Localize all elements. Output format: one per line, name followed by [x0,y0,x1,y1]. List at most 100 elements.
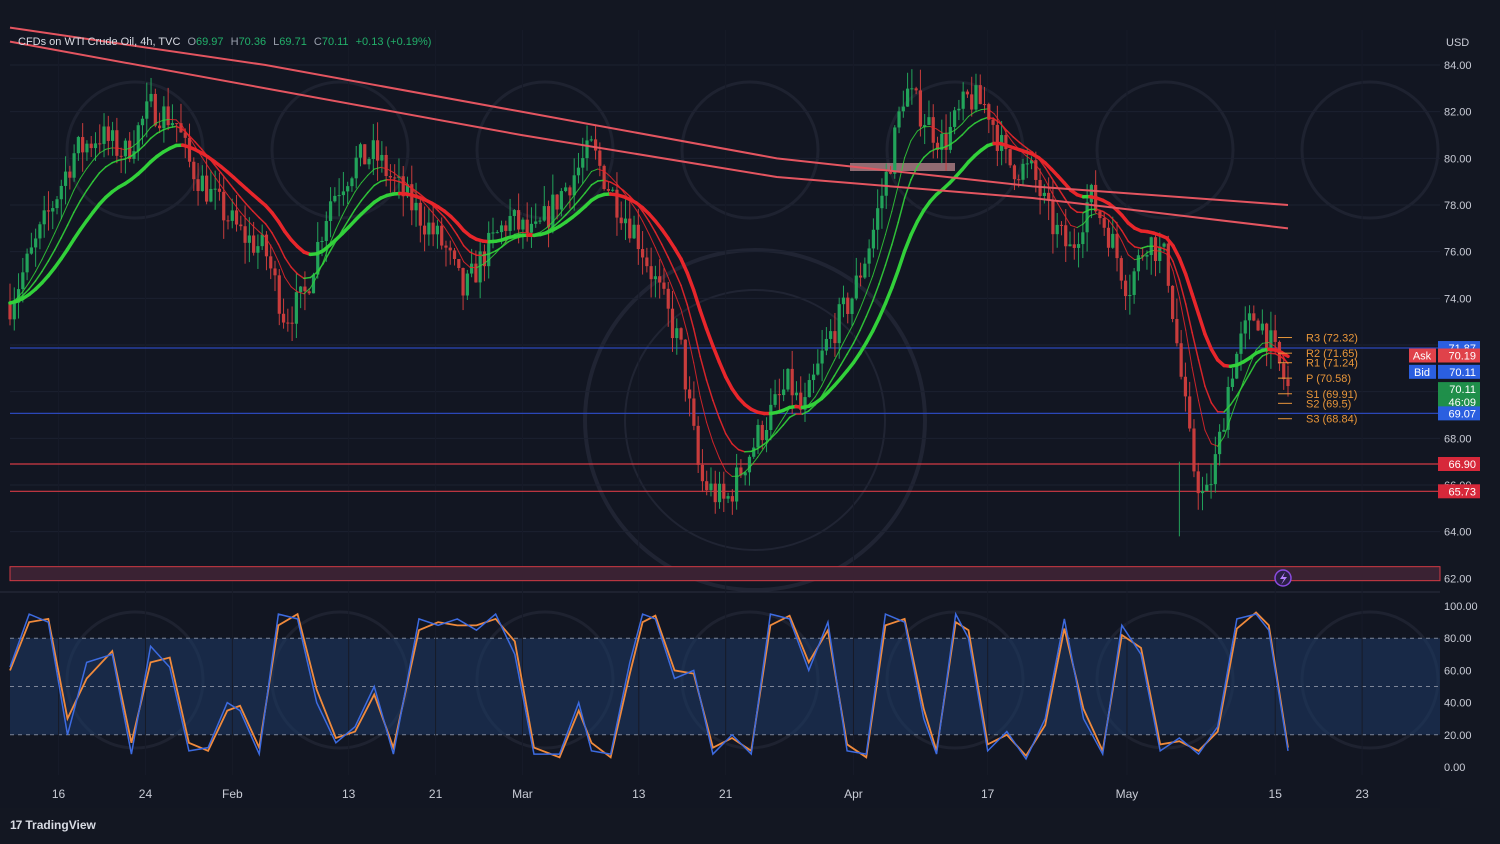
candle-body [93,143,98,149]
candle-body [324,221,328,241]
candle-body [234,210,239,225]
price-tick-label: 64.00 [1444,527,1472,539]
candle-body [1145,255,1149,257]
time-tick-label: Mar [512,787,533,801]
candle-body [1183,376,1188,397]
candle-body [375,140,380,161]
candle-body [790,368,794,396]
pivot-label: S3 (68.84) [1306,414,1357,426]
candle-body [1153,237,1158,262]
ema-mid-segment [597,179,606,182]
tradingview-logo[interactable]: 17 TradingView [10,818,96,832]
candle-body [110,130,115,141]
symbol-name[interactable]: CFDs on WTI Crude Oil, 4h, TVC [18,36,180,48]
candle-body [585,140,589,159]
change-value: +0.13 (+0.19%) [355,36,432,48]
pivot-label: S2 (69.5) [1306,398,1351,410]
pivot-label: R1 (71.24) [1306,358,1358,370]
candle-body [611,189,615,191]
candle-body [363,144,367,165]
candle-body [1115,233,1119,259]
candle-body [1059,224,1064,226]
candle-body [393,177,397,179]
price-tick-label: 78.00 [1444,200,1472,212]
candle-body [880,195,884,209]
candle-body [384,154,388,177]
candle-body [846,297,850,314]
candle-body [68,171,72,178]
candle-body [888,171,893,174]
candle-body [213,188,217,190]
candle-body [777,394,781,396]
candle-body [807,380,811,398]
candle-body [435,225,440,235]
candle-body [1072,244,1076,248]
price-tag-side-label: Bid [1414,367,1430,379]
candle-body [525,219,529,233]
time-tick-label: 21 [429,787,443,801]
candle-body [658,276,662,283]
candle-body [333,195,337,202]
candle-body [858,275,863,278]
candle-body [884,171,888,196]
candle-body [1230,378,1235,387]
pivot-label: P (70.58) [1306,373,1351,385]
stoch-tick-label: 0.00 [1444,762,1465,774]
candle-body [427,222,431,235]
candle-body [995,124,999,151]
candle-body [1076,244,1081,248]
candle-body [1136,255,1141,272]
candle-body [388,176,393,178]
price-tag-side-label: Ask [1413,351,1432,363]
candle-body [367,159,371,165]
candle-body [465,273,469,296]
candle-body [281,313,286,323]
price-tick-label: 76.00 [1444,247,1472,259]
time-tick-label: 23 [1355,787,1369,801]
time-tick-label: 16 [52,787,66,801]
candle-body [893,127,897,174]
open-value: 69.97 [196,36,224,48]
candle-body [931,117,935,143]
candle-body [1192,428,1196,472]
candle-body [773,394,777,405]
candle-body [837,304,841,344]
candle-body [499,225,504,233]
price-tick-label: 68.00 [1444,433,1472,445]
candle-body [1252,313,1256,321]
candle-body [25,253,29,273]
candle-body [418,202,422,226]
candle-body [970,94,974,110]
candle-body [29,247,33,254]
candle-body [175,123,179,125]
candle-body [756,424,760,448]
candle-body [243,226,247,243]
candle-body [102,126,106,144]
candle-body [196,179,200,191]
candle-body [841,297,846,305]
candle-body [452,250,457,260]
chart-canvas[interactable]: 84.0082.0080.0078.0076.0074.0072.0070.00… [0,0,1500,844]
candle-body [119,155,123,157]
candle-body [72,153,76,178]
time-tick-label: 15 [1269,787,1283,801]
candle-body [653,276,658,280]
candle-body [209,188,213,202]
candle-body [470,263,474,274]
candle-body [1025,163,1029,165]
candle-body [606,189,610,191]
candle-body [628,218,632,239]
candle-body [670,308,675,339]
candle-body [371,140,375,160]
candle-body [1132,271,1136,295]
candle-body [444,245,448,248]
candle-body [187,137,192,162]
candle-body [897,111,901,128]
candle-body [700,464,705,482]
price-tag-text: 70.11 [1449,367,1476,379]
support-zone [9,566,1441,582]
candle-body [602,165,606,190]
candle-body [1119,258,1123,281]
candle-body [636,224,640,250]
candle-body [1205,484,1209,492]
